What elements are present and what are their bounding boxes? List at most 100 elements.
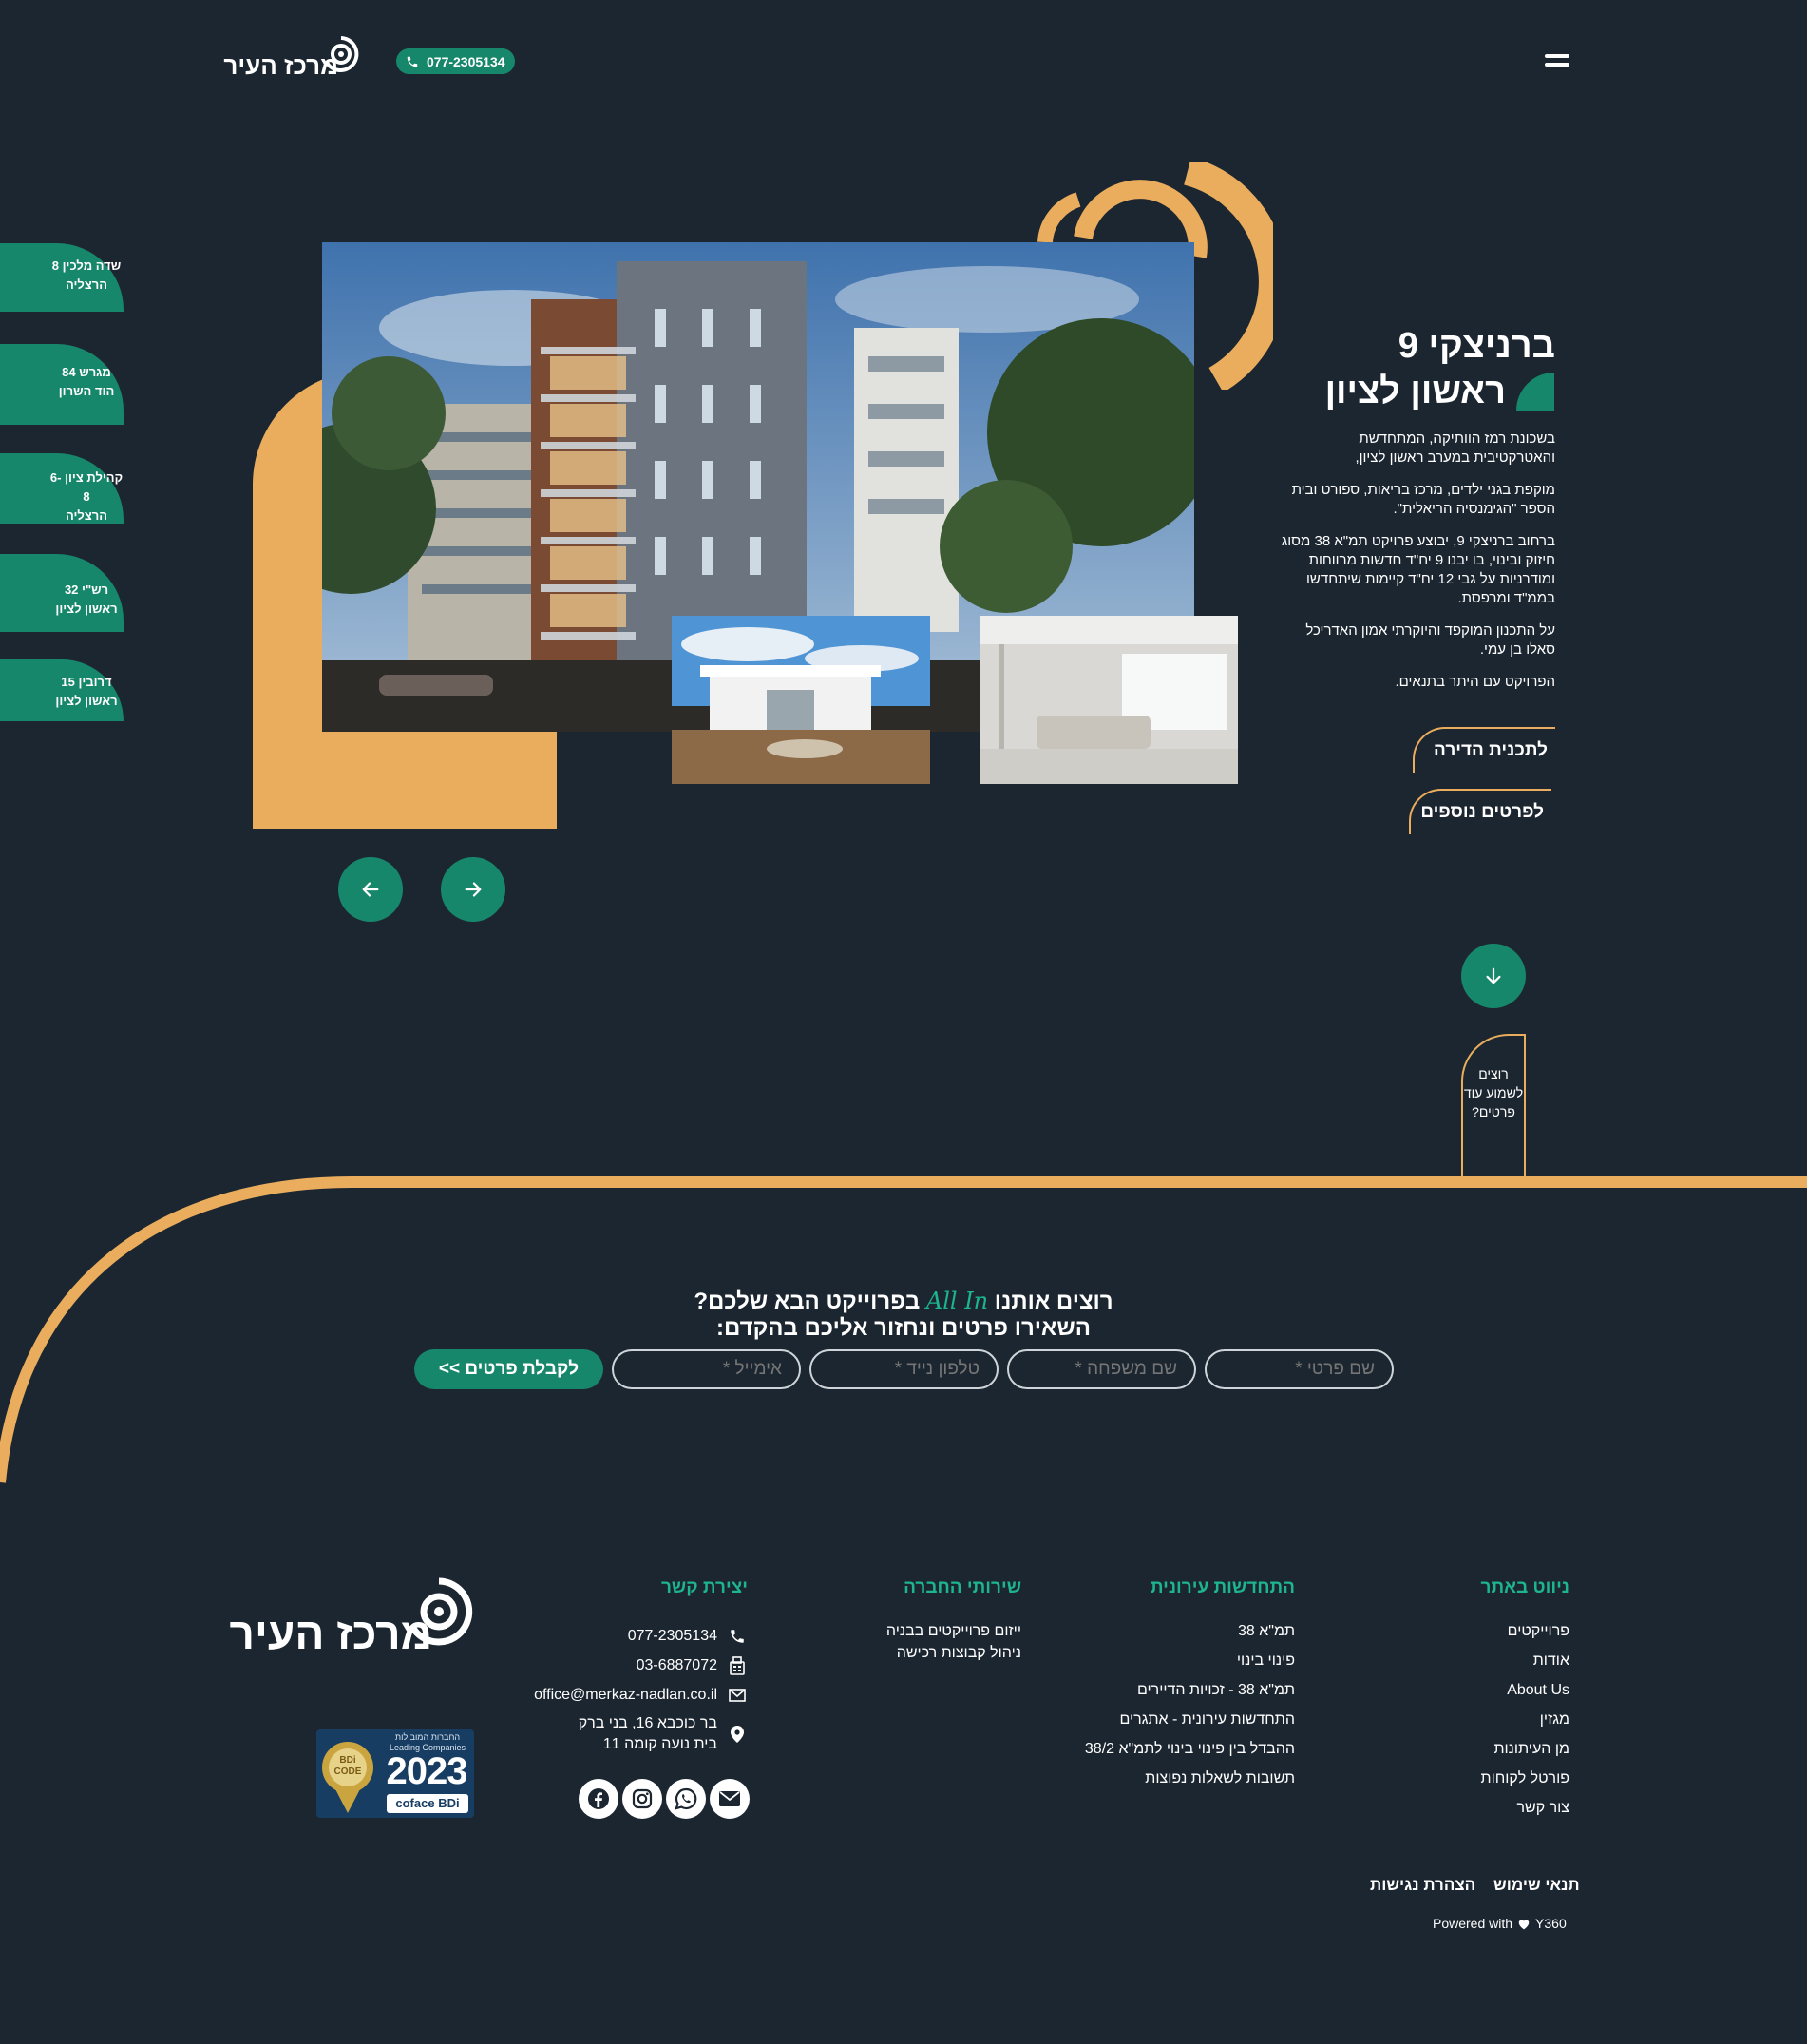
footer-renewal-link[interactable]: תשובות לשאלות נפוצות — [1026, 1764, 1295, 1793]
powered-prefix: Powered with — [1433, 1916, 1513, 1931]
facebook-button[interactable] — [579, 1779, 618, 1819]
footer-nav-link[interactable]: אודות — [1378, 1646, 1569, 1675]
footer-renewal-link[interactable]: התחדשות עירונית - אתגרים — [1026, 1705, 1295, 1734]
footer-service-link[interactable]: ייזום פרוייקטים בבניה — [836, 1620, 1021, 1642]
side-project-city: הרצליה — [65, 508, 108, 523]
footer-renewal-link[interactable]: ההבדל בין פינוי בינוי לתמ"א 38/2 — [1026, 1734, 1295, 1764]
more-info-tab[interactable]: רוצים לשמוע עוד פרטים? — [1461, 1034, 1526, 1176]
email-social-button[interactable] — [710, 1779, 750, 1819]
description-paragraph: מוקפת בגני ילדים, מרכז בריאות, ספורט ובי… — [1291, 482, 1555, 517]
badge-year-text: 2023 — [386, 1750, 468, 1792]
badge-bdi-text: BDi CODE — [333, 1755, 362, 1777]
scroll-down-button[interactable] — [1461, 944, 1526, 1008]
badge-brand-text: coface BDi — [387, 1794, 468, 1813]
powered-brand: Y360 — [1535, 1916, 1567, 1931]
phone-icon — [407, 56, 418, 67]
contact-email-row[interactable]: office@merkaz-nadlan.co.il — [475, 1680, 748, 1710]
contact-phone-row[interactable]: 077-2305134 — [475, 1621, 748, 1651]
phone-icon — [727, 1628, 748, 1645]
form-title-end: בפרוייקט הבא שלכם? — [694, 1289, 921, 1314]
email-field[interactable] — [612, 1349, 801, 1389]
description-paragraph: הפרויקט עם היתר בתנאים. — [1395, 674, 1555, 690]
form-subtitle: השאירו פרטים ונחזור אליכם בהקדם: — [716, 1315, 1091, 1341]
footer-service-link[interactable]: ניהול קבוצות רכישה — [836, 1642, 1021, 1664]
arrow-right-icon — [465, 882, 482, 897]
mobile-field[interactable] — [809, 1349, 999, 1389]
contact-email-text: office@merkaz-nadlan.co.il — [534, 1686, 717, 1703]
whatsapp-icon — [675, 1787, 697, 1810]
footer-logo[interactable]: מרכז העיר — [230, 1576, 475, 1671]
address-line: בר כוכבא 16, בני ברק — [578, 1715, 717, 1731]
form-title-script: All In — [925, 1288, 989, 1314]
accessibility-link[interactable]: הצהרת נגישות — [1370, 1876, 1475, 1895]
footer-nav-link[interactable]: מן העיתונות — [1378, 1734, 1569, 1764]
slider-prev-button[interactable] — [338, 857, 403, 922]
form-title-start: רוצים אותנו — [994, 1289, 1113, 1314]
side-project-tab[interactable]: רש"י 32 ראשון לציון — [0, 554, 124, 632]
instagram-icon — [632, 1788, 653, 1809]
location-pin-icon — [727, 1725, 748, 1744]
side-project-tab[interactable]: דרובין 15 ראשון לציון — [0, 659, 124, 721]
badge-top-text: החברות המובילות — [394, 1732, 461, 1742]
project-thumbnail-interior[interactable] — [980, 616, 1238, 784]
header-logo[interactable]: מרכז העיר — [223, 34, 361, 86]
description-paragraph: על התכנון המוקפד והיוקרתי אמון האדריכל ס… — [1305, 622, 1555, 658]
footer-services-list: ייזום פרוייקטים בבניה ניהול קבוצות רכישה — [836, 1620, 1021, 1664]
footer-nav-link[interactable]: מגזין — [1378, 1705, 1569, 1734]
side-project-name: רש"י 32 — [64, 583, 109, 597]
whatsapp-button[interactable] — [666, 1779, 706, 1819]
side-project-city: הרצליה — [65, 277, 108, 292]
arrow-left-icon — [362, 882, 379, 897]
contact-fax-text: 03-6887072 — [636, 1656, 717, 1673]
facebook-icon — [588, 1788, 609, 1809]
footer-nav-link[interactable]: צור קשר — [1378, 1793, 1569, 1823]
side-project-tab[interactable]: שדה מלכין 8 הרצליה — [0, 243, 124, 312]
project-title: ברניצקי 9 ראשון לציון — [1242, 323, 1555, 414]
footer-renewal-title: התחדשות עירונית — [1150, 1577, 1295, 1597]
footer-nav-link[interactable]: About Us — [1378, 1675, 1569, 1705]
footer-renewal-link[interactable]: תמ"א 38 — [1026, 1616, 1295, 1646]
instagram-button[interactable] — [622, 1779, 662, 1819]
contact-address-text: בר כוכבא 16, בני ברק בית נועה קומה 11 — [579, 1713, 717, 1755]
fax-icon — [727, 1655, 748, 1675]
menu-hamburger-icon[interactable] — [1545, 54, 1569, 67]
side-project-tab[interactable]: מגרש 84 הוד השרון — [0, 344, 124, 425]
footer-renewal-link[interactable]: פינוי בינוי — [1026, 1646, 1295, 1675]
project-thumbnail-roof[interactable] — [672, 616, 930, 784]
header-phone-button[interactable]: 077-2305134 — [396, 48, 515, 74]
logo-text: מרכז העיר — [223, 51, 338, 80]
contact-phone-text: 077-2305134 — [627, 1627, 717, 1644]
footer-logo-text: מרכז העיר — [229, 1609, 432, 1658]
mail-icon — [727, 1688, 748, 1702]
submit-button[interactable]: לקבלת פרטים >> — [414, 1349, 603, 1389]
first-name-field[interactable] — [1205, 1349, 1394, 1389]
footer-nav-list: פרוייקטים אודות About Us מגזין מן העיתונ… — [1378, 1616, 1569, 1823]
side-project-city: ראשון לציון — [55, 602, 118, 616]
side-project-name: שדה מלכין 8 — [51, 258, 122, 273]
side-project-tab[interactable]: קהילת ציון 6-8 הרצליה — [0, 453, 124, 524]
slider-next-button[interactable] — [441, 857, 505, 922]
header-phone-text: 077-2305134 — [427, 53, 505, 69]
description-paragraph: בשכונת רמז הוותיקה, המתחדשת והאטרקטיבית … — [1355, 430, 1555, 466]
footer-nav-link[interactable]: פרוייקטים — [1378, 1616, 1569, 1646]
footer-renewal-link[interactable]: תמ"א 38 - זכויות הדיירים — [1026, 1675, 1295, 1705]
heart-icon — [1518, 1919, 1530, 1929]
footer-nav-link[interactable]: פורטל לקוחות — [1378, 1764, 1569, 1793]
more-details-button[interactable]: לפרטים נוספים — [1409, 789, 1551, 834]
side-project-city: הוד השרון — [58, 384, 115, 398]
side-project-name: קהילת ציון 6-8 — [49, 470, 124, 504]
last-name-field[interactable] — [1007, 1349, 1196, 1389]
lead-form-title: רוצים אותנו All In בפרוייקט הבא שלכם? הש… — [0, 1288, 1807, 1342]
contact-address-row[interactable]: בר כוכבא 16, בני ברק בית נועה קומה 11 — [475, 1710, 748, 1759]
terms-link[interactable]: תנאי שימוש — [1493, 1876, 1580, 1895]
description-paragraph: ברחוב ברניצקי 9, יבוצע פרויקט תמ"א 38 מס… — [1281, 533, 1555, 606]
footer-contact-title: יצירת קשר — [660, 1577, 748, 1597]
contact-fax-row[interactable]: 03-6887072 — [475, 1651, 748, 1680]
apartment-plan-button[interactable]: לתכנית הדירה — [1413, 727, 1555, 773]
footer-services-title: שירותי החברה — [904, 1577, 1021, 1597]
powered-by[interactable]: Powered with Y360 — [1433, 1916, 1567, 1931]
project-title-street: ברניצקי 9 — [1398, 326, 1555, 366]
leading-companies-badge: BDi CODE החברות המובילות Leading Compani… — [316, 1729, 474, 1818]
address-line: בית נועה קומה 11 — [602, 1736, 717, 1752]
footer-renewal-list: תמ"א 38 פינוי בינוי תמ"א 38 - זכויות הדי… — [1026, 1616, 1295, 1793]
